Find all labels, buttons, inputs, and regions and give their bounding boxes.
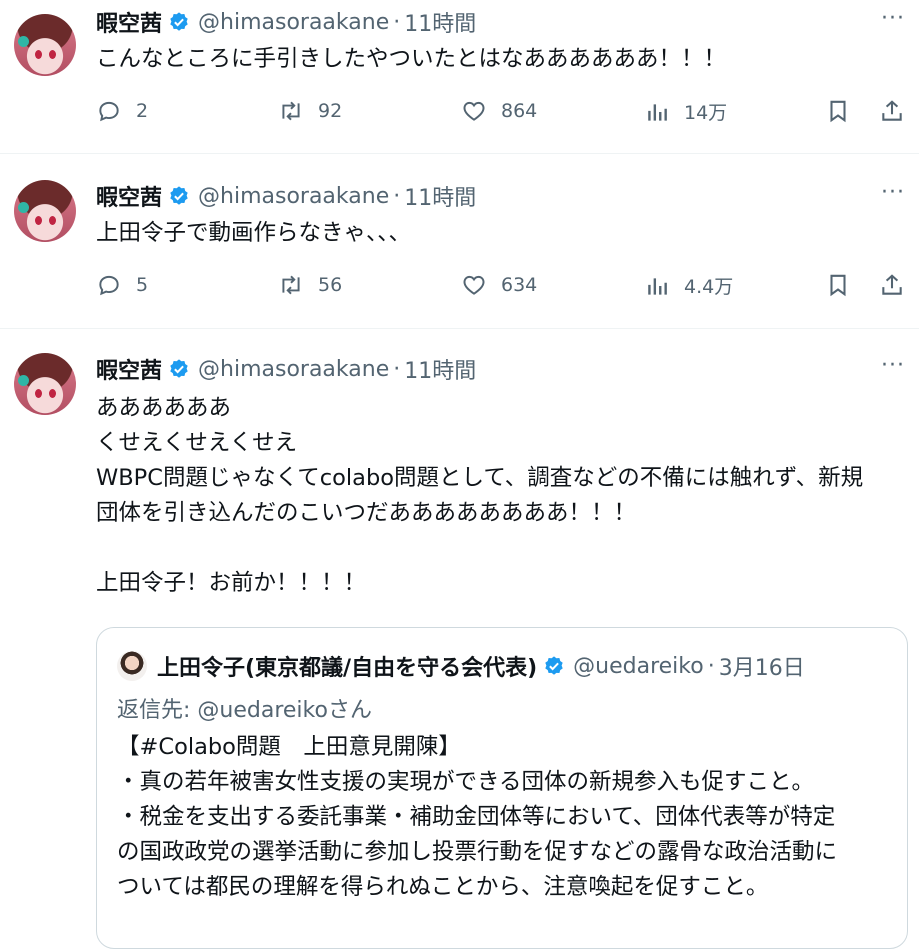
quoted-tweet-text: 【#Colabo問題 上田意見開陳】 ・真の若年被害女性支援の実現ができる団体の… — [117, 734, 838, 900]
like-count: 864 — [501, 100, 538, 122]
retweet-button[interactable]: 56 — [278, 272, 342, 298]
avatar[interactable] — [14, 353, 76, 415]
bookmark-icon — [830, 100, 846, 123]
views-icon — [648, 277, 667, 295]
tweet-header: 暇空茜 @himasoraakane · 11時間 — [96, 180, 476, 212]
tweet-header: 暇空茜 @himasoraakane · 11時間 — [96, 353, 476, 385]
tweet-header: 暇空茜 @himasoraakane · 11時間 — [96, 6, 476, 38]
reply-count: 5 — [136, 274, 149, 296]
action-bar: 2 92 864 14万 — [96, 98, 905, 138]
views-count: 14万 — [684, 102, 728, 124]
views-icon — [648, 103, 667, 121]
handle[interactable]: @himasoraakane — [198, 357, 389, 382]
quoted-tweet[interactable]: 上田令子(東京都議/自由を守る会代表) @uedareiko · 3月16日 返… — [96, 627, 908, 949]
tweet-text: ああああああ くせえくせえくせえ WBPC問題じゃなくてcolabo問題として、… — [96, 395, 864, 596]
like-button[interactable]: 634 — [461, 272, 537, 298]
like-count: 634 — [501, 274, 538, 296]
reply-icon — [99, 101, 119, 122]
reply-count: 2 — [136, 100, 149, 122]
avatar[interactable] — [14, 180, 76, 242]
views-button[interactable]: 4.4万 — [644, 272, 733, 299]
quoted-display-name: 上田令子(東京都議/自由を守る会代表) — [157, 656, 538, 681]
bookmark-button[interactable] — [825, 272, 865, 298]
like-button[interactable]: 864 — [461, 98, 537, 124]
verified-icon — [170, 12, 188, 31]
bookmark-button[interactable] — [825, 98, 865, 124]
retweet-icon — [282, 275, 300, 295]
share-button[interactable] — [879, 272, 919, 298]
quoted-handle: @uedareiko — [573, 653, 704, 679]
verified-icon — [170, 186, 188, 205]
quoted-tweet-header: 上田令子(東京都議/自由を守る会代表) @uedareiko · 3月16日 — [117, 650, 805, 682]
quoted-avatar — [117, 651, 147, 681]
separator: · — [393, 356, 401, 382]
share-icon — [882, 274, 902, 295]
views-count: 4.4万 — [684, 276, 734, 298]
tweet-2[interactable]: 暇空茜 @himasoraakane · 11時間 ··· 上田令子で動画作らな… — [0, 154, 919, 329]
avatar[interactable] — [14, 14, 76, 76]
tweet-text: 上田令子で動画作らなきゃ、、、 — [96, 220, 412, 246]
timestamp[interactable]: 11時間 — [404, 6, 476, 38]
reply-button[interactable]: 5 — [96, 272, 148, 298]
display-name[interactable]: 暇空茜 — [96, 180, 162, 212]
reply-button[interactable]: 2 — [96, 98, 148, 124]
more-icon[interactable]: ··· — [881, 180, 905, 205]
display-name[interactable]: 暇空茜 — [96, 6, 162, 38]
share-button[interactable] — [879, 98, 919, 124]
bookmark-icon — [830, 274, 846, 297]
retweet-count: 56 — [318, 274, 343, 296]
tweet-3[interactable]: 暇空茜 @himasoraakane · 11時間 ··· ああああああ くせえ… — [0, 329, 919, 949]
display-name[interactable]: 暇空茜 — [96, 353, 162, 385]
more-icon[interactable]: ··· — [881, 353, 905, 378]
retweet-button[interactable]: 92 — [278, 98, 342, 124]
tweet-text: こんなところに手引きしたやついたとはなああああああ！！！ — [96, 46, 727, 72]
handle[interactable]: @himasoraakane — [198, 184, 389, 209]
share-icon — [882, 100, 902, 121]
more-icon[interactable]: ··· — [881, 6, 905, 31]
handle[interactable]: @himasoraakane — [198, 10, 389, 35]
tweet-1[interactable]: 暇空茜 @himasoraakane · 11時間 ··· こんなところに手引き… — [0, 0, 919, 154]
timestamp[interactable]: 11時間 — [404, 180, 476, 212]
reply-icon — [99, 275, 119, 296]
verified-icon — [545, 656, 563, 675]
retweet-icon — [282, 101, 300, 121]
like-icon — [463, 101, 485, 121]
like-icon — [463, 275, 485, 295]
retweet-count: 92 — [318, 100, 343, 122]
views-button[interactable]: 14万 — [644, 98, 727, 125]
separator: · — [707, 653, 715, 679]
timestamp[interactable]: 11時間 — [404, 353, 476, 385]
quoted-timestamp: 3月16日 — [718, 656, 805, 681]
separator: · — [393, 9, 401, 35]
reply-to-label: 返信先: @uedareikoさん — [117, 698, 372, 723]
action-bar: 5 56 634 4.4万 — [96, 272, 905, 312]
separator: · — [393, 183, 401, 209]
verified-icon — [170, 359, 188, 378]
